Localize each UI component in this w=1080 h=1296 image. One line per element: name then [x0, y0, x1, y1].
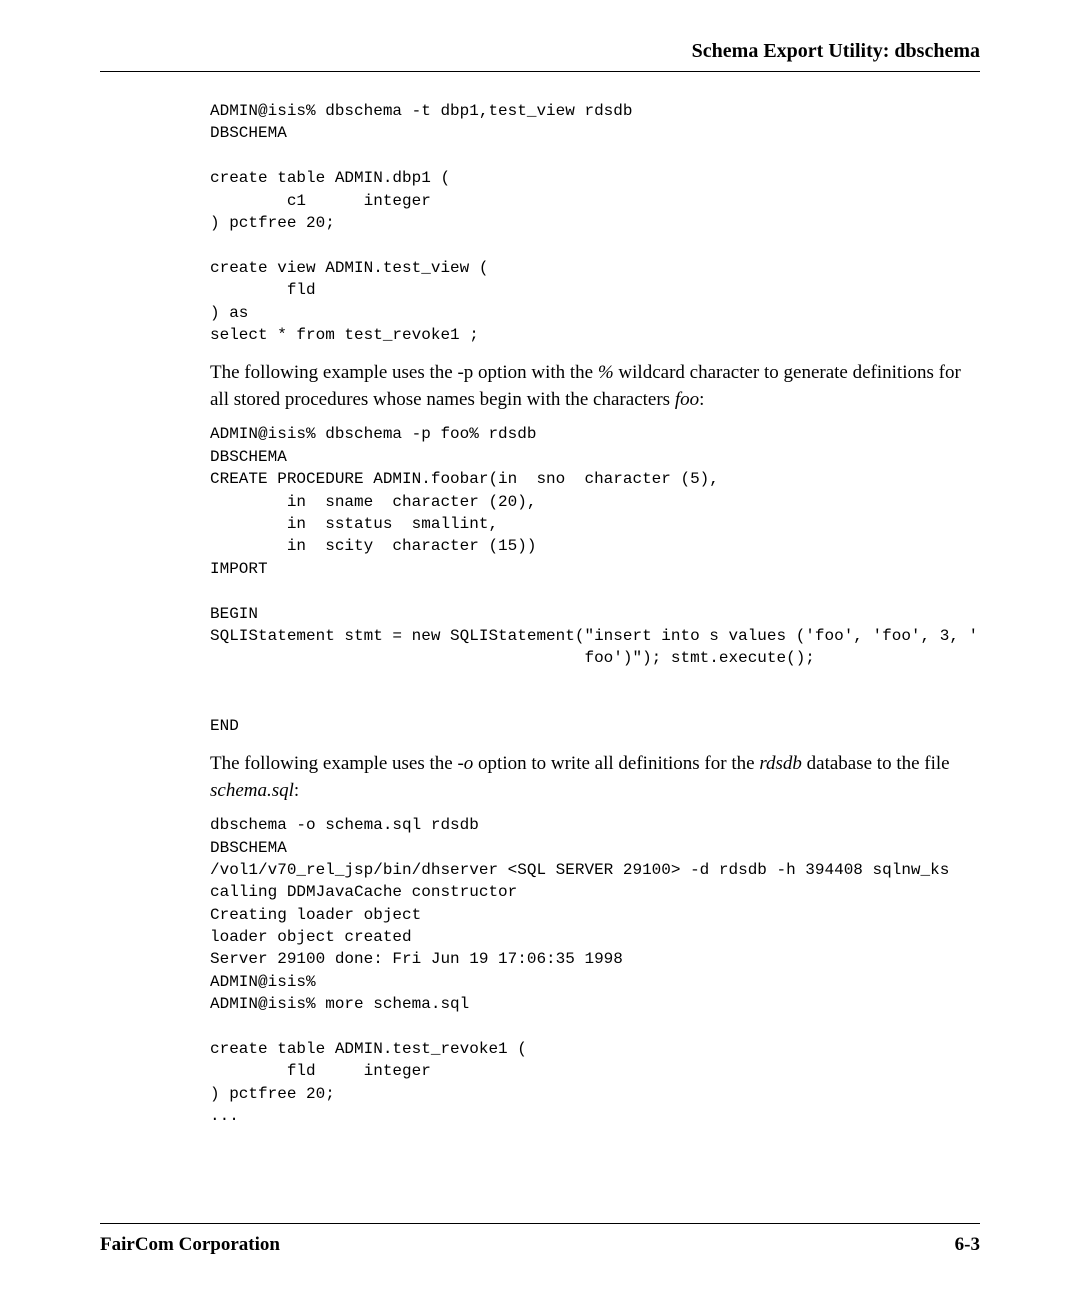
para2-opt: -o — [457, 753, 473, 774]
para1-pre: The following example uses the -p option… — [210, 362, 598, 383]
para1-post: : — [699, 389, 704, 410]
page-content: ADMIN@isis% dbschema -t dbp1,test_view r… — [100, 100, 980, 1128]
para2-file: schema.sql — [210, 780, 294, 801]
footer-page-number: 6-3 — [955, 1234, 980, 1256]
para2-pre: The following example uses the — [210, 753, 457, 774]
page-header: Schema Export Utility: dbschema — [100, 40, 980, 72]
para2-mid2: database to the file — [802, 753, 950, 774]
para2-mid1: option to write all definitions for the — [473, 753, 759, 774]
header-title: Schema Export Utility: dbschema — [692, 40, 980, 62]
para1-foo: foo — [675, 389, 699, 410]
code-block-3: dbschema -o schema.sql rdsdb DBSCHEMA /v… — [210, 814, 980, 1127]
code-block-2: ADMIN@isis% dbschema -p foo% rdsdb DBSCH… — [210, 423, 980, 736]
paragraph-2: The following example uses the -o option… — [210, 751, 980, 804]
para2-db: rdsdb — [759, 753, 802, 774]
para1-wildcard: % — [598, 362, 614, 383]
code-block-1: ADMIN@isis% dbschema -t dbp1,test_view r… — [210, 100, 980, 346]
paragraph-1: The following example uses the -p option… — [210, 360, 980, 413]
footer-company: FairCom Corporation — [100, 1234, 280, 1256]
page-footer: FairCom Corporation 6-3 — [100, 1223, 980, 1256]
para2-post: : — [294, 780, 299, 801]
